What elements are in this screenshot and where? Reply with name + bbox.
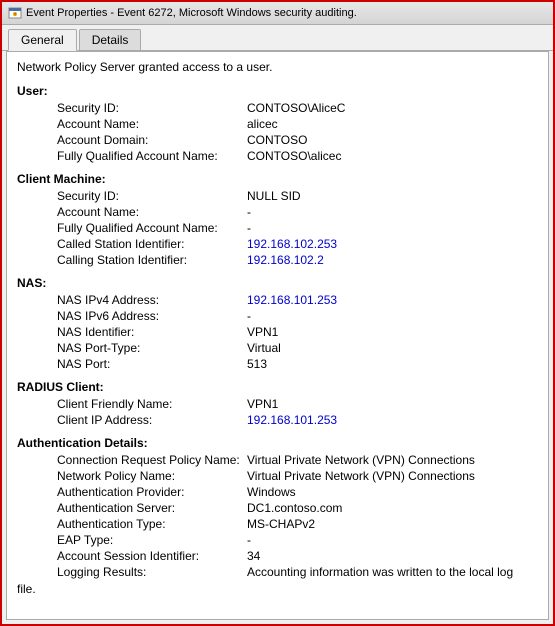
tab-bar: General Details [2, 25, 553, 51]
field-value: - [247, 205, 538, 219]
field-name: NAS IPv4 Address: [57, 293, 247, 307]
field-name: Fully Qualified Account Name: [57, 149, 247, 163]
field-name: Security ID: [57, 189, 247, 203]
field-value: 34 [247, 549, 538, 563]
field-row: NAS Identifier: VPN1 [17, 324, 538, 340]
section-auth-label: Authentication Details: [17, 436, 538, 450]
field-name: Account Session Identifier: [57, 549, 247, 563]
field-row: Security ID: NULL SID [17, 188, 538, 204]
svg-text:!: ! [14, 12, 15, 17]
field-row: Security ID: CONTOSO\AliceC [17, 100, 538, 116]
field-value: - [247, 309, 538, 323]
window-title: Event Properties - Event 6272, Microsoft… [26, 7, 357, 19]
field-name: NAS Port: [57, 357, 247, 371]
field-name: Client Friendly Name: [57, 397, 247, 411]
field-row: Account Name: alicec [17, 116, 538, 132]
field-name: Security ID: [57, 101, 247, 115]
field-value: alicec [247, 117, 538, 131]
field-value: 192.168.101.253 [247, 413, 538, 427]
field-value: - [247, 533, 538, 547]
field-row: Logging Results: Accounting information … [17, 564, 538, 580]
bottom-note: file. [17, 580, 538, 596]
tab-general[interactable]: General [8, 29, 77, 51]
content-area: Network Policy Server granted access to … [6, 51, 549, 620]
field-name: NAS Identifier: [57, 325, 247, 339]
field-row: Network Policy Name: Virtual Private Net… [17, 468, 538, 484]
field-value: Virtual [247, 341, 538, 355]
field-value: DC1.contoso.com [247, 501, 538, 515]
field-row: Authentication Type: MS-CHAPv2 [17, 516, 538, 532]
field-row: Called Station Identifier: 192.168.102.2… [17, 236, 538, 252]
section-nas-label: NAS: [17, 276, 538, 290]
field-value: Windows [247, 485, 538, 499]
field-name: Account Name: [57, 205, 247, 219]
field-name: Account Domain: [57, 133, 247, 147]
field-row: Authentication Provider: Windows [17, 484, 538, 500]
field-row: Client Friendly Name: VPN1 [17, 396, 538, 412]
field-row: Account Name: - [17, 204, 538, 220]
field-name: Client IP Address: [57, 413, 247, 427]
field-name: Account Name: [57, 117, 247, 131]
section-radius-label: RADIUS Client: [17, 380, 538, 394]
field-row: Calling Station Identifier: 192.168.102.… [17, 252, 538, 268]
field-name: Network Policy Name: [57, 469, 247, 483]
field-row: Authentication Server: DC1.contoso.com [17, 500, 538, 516]
field-value: VPN1 [247, 397, 538, 411]
field-value: 513 [247, 357, 538, 371]
title-bar: ! Event Properties - Event 6272, Microso… [2, 2, 553, 25]
field-name: Calling Station Identifier: [57, 253, 247, 267]
field-row: Account Session Identifier: 34 [17, 548, 538, 564]
field-name: Called Station Identifier: [57, 237, 247, 251]
field-value: Accounting information was written to th… [247, 565, 538, 579]
window-icon: ! [8, 6, 22, 20]
field-name: EAP Type: [57, 533, 247, 547]
field-row: NAS IPv6 Address: - [17, 308, 538, 324]
section-user-label: User: [17, 84, 538, 98]
field-value: CONTOSO\AliceC [247, 101, 538, 115]
field-value: NULL SID [247, 189, 538, 203]
field-row: Fully Qualified Account Name: CONTOSO\al… [17, 148, 538, 164]
field-value: CONTOSO\alicec [247, 149, 538, 163]
event-properties-window: ! Event Properties - Event 6272, Microso… [0, 0, 555, 626]
tab-details[interactable]: Details [79, 29, 142, 50]
field-value: 192.168.102.253 [247, 237, 538, 251]
field-row: NAS IPv4 Address: 192.168.101.253 [17, 292, 538, 308]
field-row: NAS Port: 513 [17, 356, 538, 372]
field-row: Fully Qualified Account Name: - [17, 220, 538, 236]
field-row: Account Domain: CONTOSO [17, 132, 538, 148]
field-row: Connection Request Policy Name: Virtual … [17, 452, 538, 468]
field-name: Fully Qualified Account Name: [57, 221, 247, 235]
field-value: MS-CHAPv2 [247, 517, 538, 531]
field-row: EAP Type: - [17, 532, 538, 548]
field-name: Authentication Type: [57, 517, 247, 531]
field-name: Authentication Server: [57, 501, 247, 515]
field-name: NAS IPv6 Address: [57, 309, 247, 323]
field-value: CONTOSO [247, 133, 538, 147]
field-name: NAS Port-Type: [57, 341, 247, 355]
field-name: Authentication Provider: [57, 485, 247, 499]
field-row: Client IP Address: 192.168.101.253 [17, 412, 538, 428]
field-row: NAS Port-Type: Virtual [17, 340, 538, 356]
field-name: Connection Request Policy Name: [57, 453, 247, 467]
field-value: VPN1 [247, 325, 538, 339]
event-description: Network Policy Server granted access to … [17, 60, 538, 74]
field-name: Logging Results: [57, 565, 247, 579]
field-value: 192.168.101.253 [247, 293, 538, 307]
field-value: Virtual Private Network (VPN) Connection… [247, 453, 538, 467]
field-value: 192.168.102.2 [247, 253, 538, 267]
field-value: - [247, 221, 538, 235]
field-value: Virtual Private Network (VPN) Connection… [247, 469, 538, 483]
section-client-machine-label: Client Machine: [17, 172, 538, 186]
